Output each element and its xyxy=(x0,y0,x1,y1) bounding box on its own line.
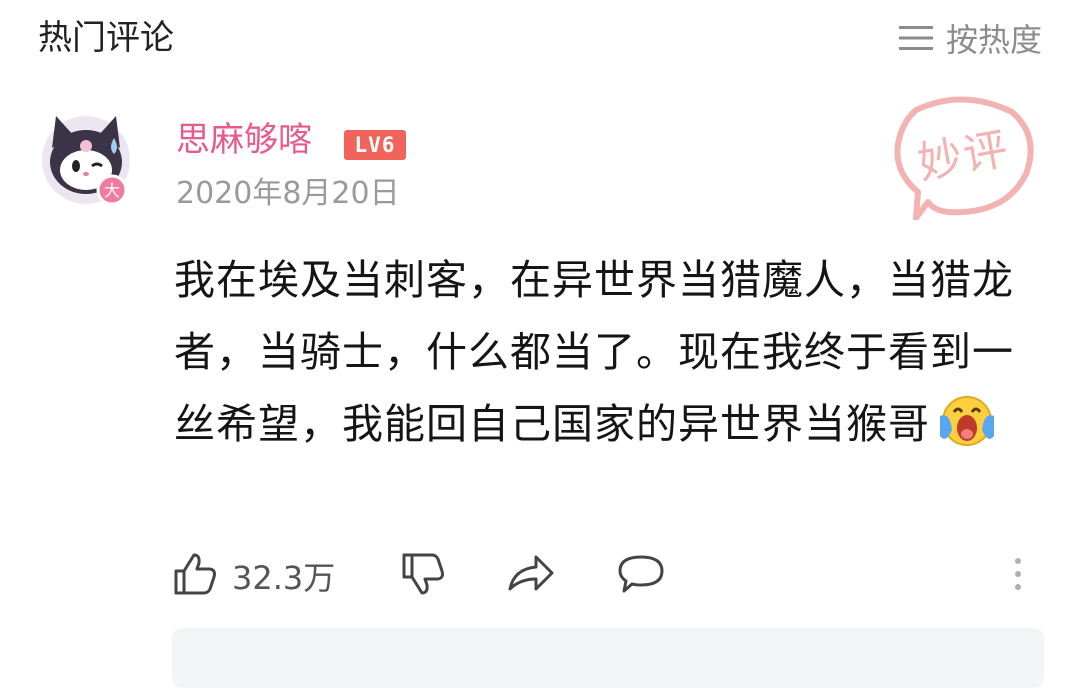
replies-preview[interactable] xyxy=(172,628,1044,688)
like-button[interactable]: 32.3万 xyxy=(172,546,335,606)
svg-text:大: 大 xyxy=(104,181,120,200)
like-count: 32.3万 xyxy=(232,559,336,597)
level-badge: LV6 xyxy=(344,130,406,160)
dislike-button[interactable] xyxy=(400,546,446,606)
thumbs-up-icon xyxy=(172,551,218,601)
sort-by-popularity-button[interactable]: 按热度 xyxy=(898,14,1042,62)
comment-text-content: 我在埃及当刺客，在异世界当猎魔人，当猎龙者，当骑士，什么都当了。现在我终于看到一… xyxy=(174,256,1014,448)
more-options-button[interactable] xyxy=(1010,546,1026,606)
speech-bubble-icon xyxy=(616,551,666,601)
avatar[interactable]: 大 xyxy=(36,108,136,212)
reply-button[interactable] xyxy=(616,546,666,606)
section-title: 热门评论 xyxy=(38,18,174,58)
comment-actions: 32.3万 xyxy=(172,546,1052,606)
thumbs-down-icon xyxy=(400,551,446,601)
comment-date: 2020年8月20日 xyxy=(176,176,400,211)
username[interactable]: 思麻够喀 xyxy=(176,116,312,164)
share-button[interactable] xyxy=(506,546,556,606)
comment-text: 我在埃及当刺客，在异世界当猎魔人，当猎龙者，当骑士，什么都当了。现在我终于看到一… xyxy=(174,244,1036,460)
featured-comment-stamp: 妙评 xyxy=(888,92,1038,220)
menu-lines-icon xyxy=(898,23,934,53)
share-arrow-icon xyxy=(506,551,556,601)
sort-label: 按热度 xyxy=(945,21,1042,59)
crying-emoji-icon xyxy=(936,390,998,452)
more-vertical-icon xyxy=(1010,551,1026,601)
